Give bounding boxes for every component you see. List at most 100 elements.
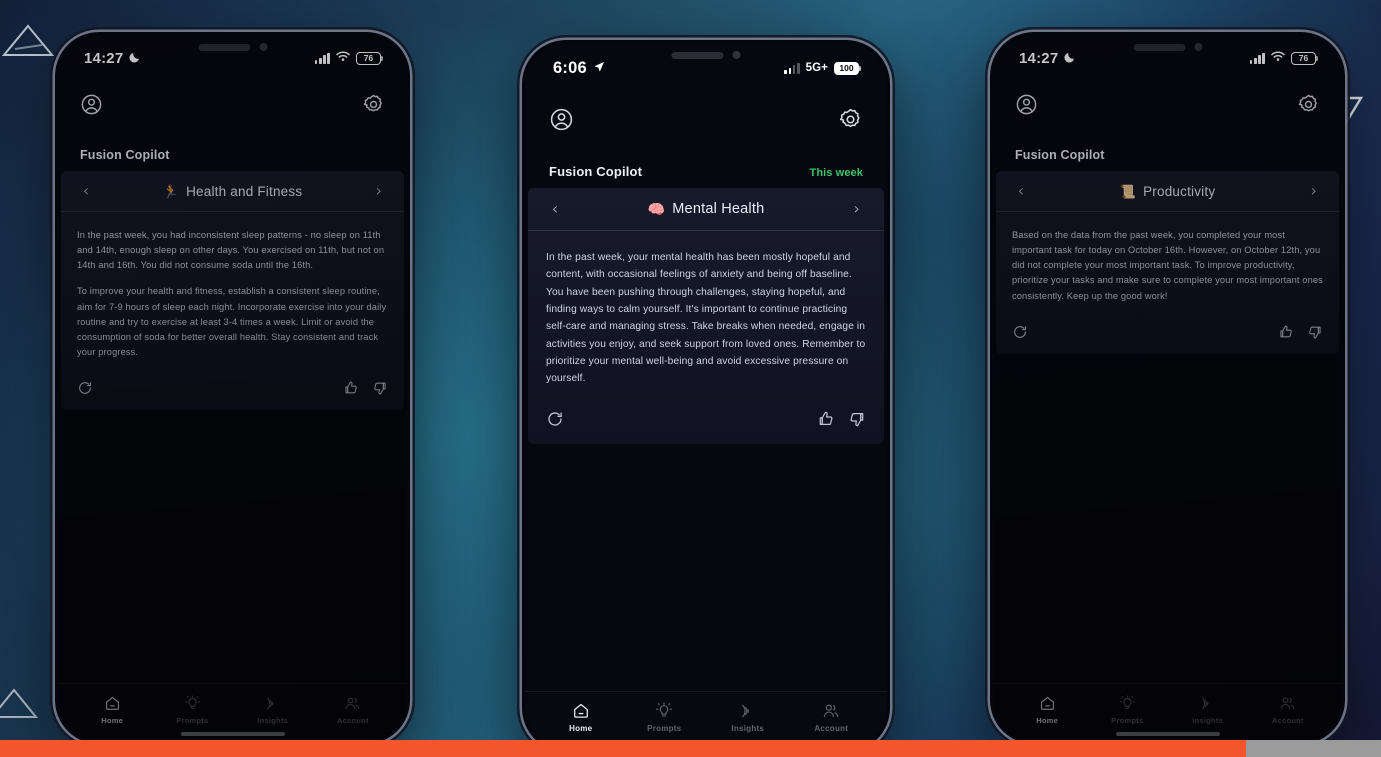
tab-label: Account xyxy=(814,724,849,733)
account-circle-icon[interactable] xyxy=(549,107,574,132)
phone-health: 14:27 76 Fusion Copilot ‹ 🏃 Health and F… xyxy=(55,32,410,744)
status-indicators: 76 xyxy=(1249,49,1319,67)
chevron-right-icon[interactable]: › xyxy=(1305,183,1323,199)
category-selector: ‹ 🏃 Health and Fitness › xyxy=(61,171,404,212)
status-time: 6:06 xyxy=(553,58,587,77)
thumbs-down-icon[interactable] xyxy=(372,380,388,396)
tab-label: Home xyxy=(101,715,124,725)
radar-icon xyxy=(739,702,757,720)
tab-account[interactable]: Account xyxy=(1248,695,1328,725)
thumbs-down-icon[interactable] xyxy=(848,410,866,428)
tab-prompts[interactable]: Prompts xyxy=(623,702,707,733)
presentation-scene: 14:27 76 Fusion Copilot ‹ 🏃 Health and F… xyxy=(0,0,1381,757)
brand-row: Fusion Copilot xyxy=(993,122,1342,171)
chevron-right-icon[interactable]: › xyxy=(848,201,866,217)
tab-insights[interactable]: Insights xyxy=(233,695,313,725)
tab-home[interactable]: Home xyxy=(1007,695,1087,725)
home-icon xyxy=(1039,695,1056,712)
dynamic-island xyxy=(198,43,267,51)
front-camera-icon xyxy=(732,51,741,59)
tab-label: Insights xyxy=(1192,715,1223,725)
dynamic-island xyxy=(671,51,741,59)
category-title: 📜 Productivity xyxy=(1120,184,1216,199)
phone-screen: 6:06 5G+ 100 Fusion Copilot This week ‹ … xyxy=(525,43,887,749)
chevron-left-icon[interactable]: ‹ xyxy=(546,201,564,217)
tab-label: Home xyxy=(1036,715,1059,725)
tab-insights[interactable]: Insights xyxy=(706,702,790,733)
phone-screen: 14:27 76 xyxy=(993,35,1342,741)
tab-prompts[interactable]: Prompts xyxy=(152,695,232,725)
location-arrow-icon xyxy=(593,59,605,78)
network-type-label: 5G+ xyxy=(805,62,828,74)
tab-account[interactable]: Account xyxy=(313,695,393,725)
category-title: 🏃 Health and Fitness xyxy=(163,184,303,199)
account-circle-icon[interactable] xyxy=(80,93,103,116)
card-actions xyxy=(996,310,1339,354)
gear-icon[interactable] xyxy=(1297,93,1320,116)
tab-label: Home xyxy=(569,724,593,733)
tab-home[interactable]: Home xyxy=(72,695,152,725)
insight-paragraph: To improve your health and fitness, esta… xyxy=(77,286,387,357)
thumbs-up-icon[interactable] xyxy=(343,380,359,396)
status-bar: 14:27 76 xyxy=(58,35,407,81)
tab-label: Account xyxy=(1272,715,1304,725)
insight-body: Based on the data from the past week, yo… xyxy=(996,212,1339,310)
refresh-icon[interactable] xyxy=(1012,324,1028,340)
chevron-left-icon[interactable]: ‹ xyxy=(1012,183,1030,199)
speaker-pill xyxy=(198,43,250,51)
chevron-left-icon[interactable]: ‹ xyxy=(77,183,95,199)
insight-body: In the past week, your mental health has… xyxy=(528,231,884,394)
app-title: Fusion Copilot xyxy=(1015,148,1105,162)
tab-label: Prompts xyxy=(647,724,682,733)
gear-icon[interactable] xyxy=(362,93,385,116)
status-time-group: 14:27 xyxy=(1019,50,1076,67)
gear-icon[interactable] xyxy=(838,107,863,132)
status-bar: 14:27 76 xyxy=(993,35,1342,81)
home-icon xyxy=(104,695,121,712)
category-name: Mental Health xyxy=(672,201,765,217)
tab-home[interactable]: Home xyxy=(539,702,623,733)
home-indicator[interactable] xyxy=(180,732,285,736)
category-name: Productivity xyxy=(1143,183,1216,199)
tab-prompts[interactable]: Prompts xyxy=(1087,695,1167,725)
feedback-actions xyxy=(1278,324,1323,340)
speaker-pill xyxy=(671,51,724,59)
status-time-group: 14:27 xyxy=(84,50,141,67)
crescent-moon-icon xyxy=(1064,50,1076,67)
app-top-bar xyxy=(993,81,1342,122)
battery-indicator: 76 xyxy=(356,51,384,65)
tab-account[interactable]: Account xyxy=(790,702,874,733)
refresh-icon[interactable] xyxy=(546,410,564,428)
refresh-icon[interactable] xyxy=(77,380,93,396)
wifi-icon xyxy=(1271,49,1285,67)
card-actions xyxy=(528,394,884,444)
insight-paragraph: Based on the data from the past week, yo… xyxy=(1012,230,1323,301)
thumbs-down-icon[interactable] xyxy=(1307,324,1323,340)
tab-label: Prompts xyxy=(1111,715,1144,725)
people-icon xyxy=(822,702,840,720)
brain-icon: 🧠 xyxy=(647,201,666,217)
thumbs-up-icon[interactable] xyxy=(1278,324,1294,340)
tab-insights[interactable]: Insights xyxy=(1168,695,1248,725)
thumbs-up-icon[interactable] xyxy=(817,410,835,428)
brand-row: Fusion Copilot This week xyxy=(525,138,887,188)
home-icon xyxy=(572,702,590,720)
feedback-actions xyxy=(343,380,388,396)
people-icon xyxy=(344,695,361,712)
wifi-icon xyxy=(336,49,350,67)
radar-icon xyxy=(1199,695,1216,712)
account-circle-icon[interactable] xyxy=(1015,93,1038,116)
home-indicator[interactable] xyxy=(1115,732,1220,736)
lightbulb-icon xyxy=(184,695,201,712)
cellular-signal-icon xyxy=(314,52,330,64)
feedback-actions xyxy=(817,410,866,428)
cellular-signal-icon xyxy=(784,62,800,74)
front-camera-icon xyxy=(1194,43,1202,51)
speaker-pill xyxy=(1133,43,1185,51)
tab-label: Insights xyxy=(257,715,288,725)
triangle-outline-top-left xyxy=(1,24,55,58)
chevron-right-icon[interactable]: › xyxy=(370,183,388,199)
